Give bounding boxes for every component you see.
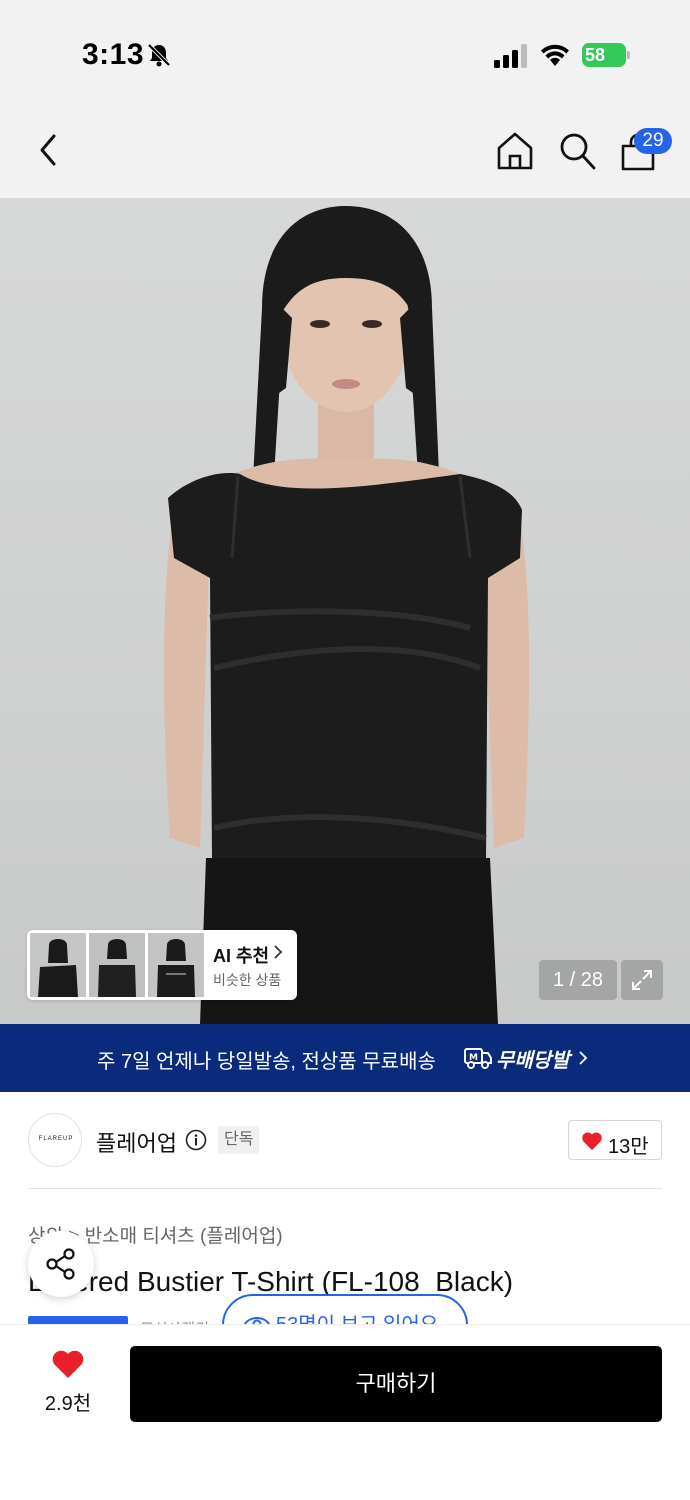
image-page-indicator: 1 / 28 (539, 960, 617, 1000)
signal-icon (494, 44, 527, 68)
ai-thumb-1 (30, 933, 86, 997)
product-image-gallery[interactable]: AI 추천 비슷한 상품 1 / 28 (0, 198, 690, 1024)
wifi-icon (541, 44, 569, 66)
promo-text: 주 7일 언제나 당일발송, 전상품 무료배송 (97, 1051, 436, 1073)
heart-icon (582, 1132, 602, 1150)
product-like-count: 2.9천 (44, 1393, 92, 1415)
brand-like-count: 13만 (608, 1136, 649, 1158)
chevron-right-icon (579, 1051, 588, 1065)
delivery-promo-banner[interactable]: 주 7일 언제나 당일발송, 전상품 무료배송 M 무배당발 (0, 1024, 690, 1092)
exclusive-badge: 단독 (218, 1126, 260, 1154)
share-icon (46, 1248, 75, 1280)
top-nav: 29 (0, 100, 690, 198)
svg-text:M: M (469, 1053, 478, 1063)
brand-logo[interactable]: FLAREUP (28, 1113, 82, 1167)
ai-thumb-3 (148, 933, 204, 997)
info-icon[interactable] (185, 1129, 207, 1151)
ai-card-subtitle: 비슷한 상품 (213, 972, 282, 988)
product-photo (163, 206, 530, 1024)
chevron-right-icon (274, 945, 283, 959)
status-time: 3:13 (82, 38, 145, 71)
cart-count-badge: 29 (634, 128, 672, 154)
fullscreen-button[interactable] (621, 960, 663, 1000)
battery-icon: 58 (582, 43, 630, 67)
battery-level: 58 (582, 43, 626, 67)
buy-button[interactable]: 구매하기 (130, 1346, 662, 1422)
ai-recommendation-card[interactable]: AI 추천 비슷한 상품 (27, 930, 297, 1000)
brand-name[interactable]: 플레어업 (96, 1126, 177, 1158)
expand-icon (632, 970, 652, 990)
back-chevron-icon[interactable] (30, 130, 66, 170)
bell-off-icon (147, 43, 171, 67)
ai-thumb-2 (89, 933, 145, 997)
status-bar: 3:13 58 (0, 0, 690, 100)
brand-like-button[interactable]: 13만 (568, 1120, 662, 1160)
search-icon[interactable] (557, 130, 597, 172)
divider (28, 1188, 662, 1189)
promo-badge-text: 무배당발 (496, 1050, 570, 1072)
home-icon[interactable] (494, 130, 536, 172)
share-button[interactable] (28, 1231, 94, 1297)
heart-icon[interactable] (51, 1349, 85, 1379)
delivery-truck-icon: M (464, 1048, 492, 1069)
ai-card-title: AI 추천 (213, 946, 270, 966)
brand-logo-text: FLAREUP (38, 1136, 74, 1142)
bottom-action-bar: 2.9천 구매하기 (0, 1324, 690, 1500)
